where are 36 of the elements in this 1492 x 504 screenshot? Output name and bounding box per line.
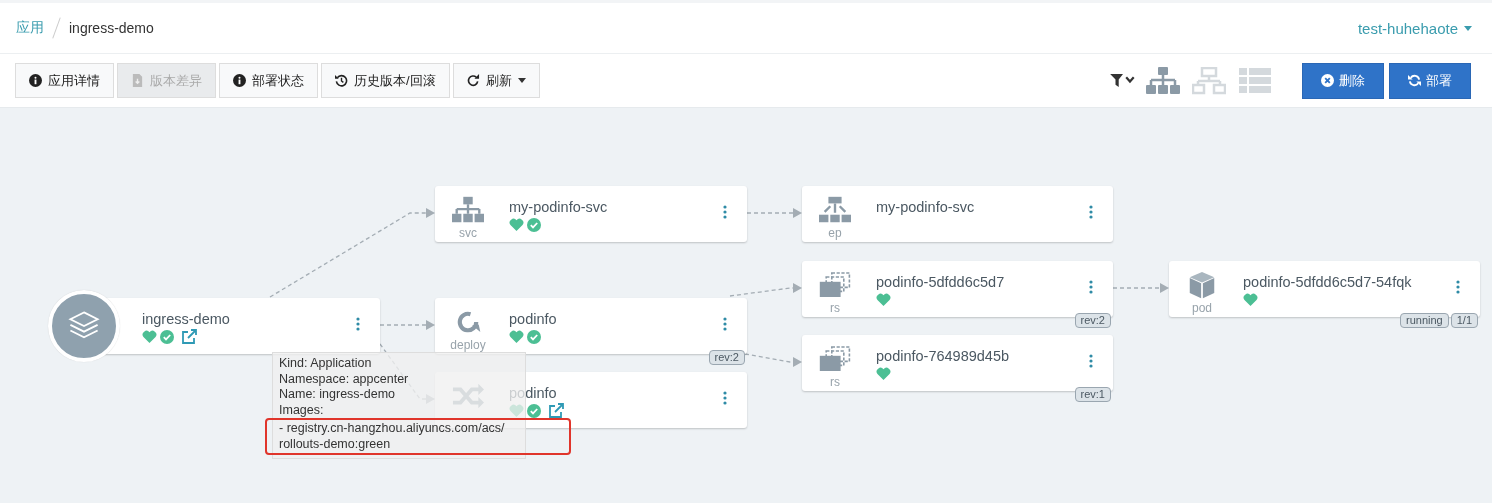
tooltip-line: rollouts-demo:green	[279, 436, 392, 452]
resource-type-label: svc	[459, 226, 477, 240]
resource-name: podinfo-5dfdd6c5d7-54fqk	[1243, 274, 1413, 290]
resource-type-label: pod	[1192, 301, 1212, 315]
resource-node[interactable]: deploy podinfo	[435, 298, 747, 354]
tooltip-line: Namespace: appcenter	[279, 371, 410, 387]
resource-name: podinfo	[509, 311, 558, 327]
tooltip-line: - registry.cn-hangzhou.aliyuncs.com/acs/	[279, 421, 506, 437]
resource-type-label: rs	[830, 375, 840, 389]
status-tag: rev:2	[1074, 313, 1111, 328]
status-tag: running	[1400, 313, 1449, 328]
resource-name: podinfo-5dfdd6c5d7	[876, 274, 1006, 290]
toolbar-button[interactable]: 应用详情	[15, 63, 114, 98]
breadcrumb-current: ingress-demo	[69, 20, 154, 36]
resource-name: podinfo-764989d45b	[876, 348, 1011, 364]
resource-name: my-podinfo-svc	[509, 199, 609, 215]
resource-node[interactable]: pod podinfo-5dfdd6c5d7-54fqk	[1169, 261, 1480, 317]
resource-name: my-podinfo-svc	[876, 199, 976, 215]
resource-node[interactable]: svc my-podinfo-svc	[435, 186, 747, 242]
primary-button[interactable]: 部署	[1389, 62, 1471, 99]
status-tag: rev:1	[1074, 387, 1111, 402]
toolbar-button[interactable]: 刷新	[452, 63, 540, 98]
primary-button[interactable]: 删除	[1302, 62, 1384, 99]
status-tag: rev:2	[708, 350, 745, 365]
resource-node[interactable]: ep my-podinfo-svc	[802, 186, 1113, 242]
resource-node[interactable]: rs podinfo-5dfdd6c5d7	[802, 261, 1113, 317]
status-tag: 1/1	[1450, 313, 1478, 328]
toolbar-button[interactable]: 部署状态	[219, 63, 318, 98]
resource-type-label: ep	[828, 226, 842, 240]
resource-type-label: deploy	[450, 338, 486, 352]
resource-type-label: rs	[830, 301, 840, 315]
resource-name: ingress-demo	[142, 311, 231, 327]
toolbar-button[interactable]: 历史版本/回滚	[321, 63, 450, 98]
tooltip-line: Images:	[279, 402, 325, 418]
tooltip-line: Kind: Application	[279, 356, 373, 372]
resource-node[interactable]: rs podinfo-764989d45b	[802, 335, 1113, 391]
